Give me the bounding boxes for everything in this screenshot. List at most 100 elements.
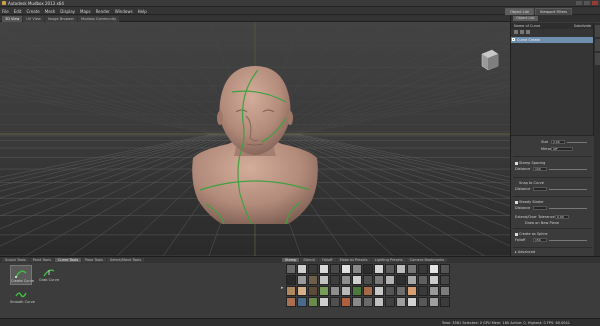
folder-icon[interactable] — [520, 30, 524, 34]
stamp-thumbnail[interactable] — [429, 286, 439, 296]
mirror-select[interactable]: Off — [551, 147, 573, 151]
tab-paint-tools[interactable]: Paint Tools — [29, 258, 55, 262]
menu-windows[interactable]: Windows — [115, 9, 133, 14]
menu-edit[interactable]: Edit — [14, 9, 22, 14]
falloff-slider[interactable] — [549, 240, 587, 241]
stamp-thumbnail[interactable] — [407, 275, 417, 285]
stamp-thumbnail[interactable] — [319, 275, 329, 285]
falloff-field[interactable]: 150 — [533, 238, 547, 242]
column-name[interactable]: Name of Curve — [514, 24, 540, 28]
stamp-thumbnail[interactable] — [330, 275, 340, 285]
stamp-thumbnail[interactable] — [308, 297, 318, 307]
checkbox-icon[interactable] — [515, 161, 518, 165]
stamp-thumbnail[interactable] — [308, 264, 318, 274]
smooth-curve-tool[interactable]: Smooth Curve — [10, 287, 35, 307]
side-tab-3[interactable] — [594, 53, 600, 65]
minimize-icon[interactable] — [576, 1, 582, 5]
stamp-thumbnail[interactable] — [396, 286, 406, 296]
size-field[interactable]: 2.00 — [551, 140, 565, 144]
stamp-thumbnail[interactable] — [429, 264, 439, 274]
stamp-thumbnail[interactable] — [286, 264, 296, 274]
view-cube[interactable] — [481, 49, 499, 71]
checkbox-icon[interactable] — [515, 232, 518, 236]
distance2-slider[interactable] — [549, 189, 587, 190]
stamp-thumbnail[interactable] — [319, 286, 329, 296]
stamp-thumbnail[interactable] — [385, 297, 395, 307]
stamp-thumbnail[interactable] — [407, 264, 417, 274]
tab-sculpt-tools[interactable]: Sculpt Tools — [2, 258, 29, 262]
stamp-thumbnail[interactable] — [374, 297, 384, 307]
stamp-thumbnail[interactable] — [363, 286, 373, 296]
stamp-thumbnail[interactable] — [396, 297, 406, 307]
size-slider[interactable] — [567, 142, 587, 143]
stamp-thumbnail[interactable] — [341, 297, 351, 307]
stamp-thumbnail[interactable] — [385, 286, 395, 296]
menu-render[interactable]: Render — [96, 9, 110, 14]
menu-maps[interactable]: Maps — [80, 9, 91, 14]
distance-slider[interactable] — [549, 169, 587, 170]
create-as-spline-check[interactable]: Create as Spline — [515, 232, 548, 236]
close-icon[interactable] — [592, 1, 598, 5]
stamp-thumbnail[interactable] — [407, 286, 417, 296]
stamp-thumbnail[interactable] — [407, 297, 417, 307]
new-icon[interactable] — [514, 30, 518, 34]
stamp-thumbnail[interactable] — [374, 264, 384, 274]
tab-select-move-tools[interactable]: Select/Move Tools — [106, 258, 145, 262]
stamp-thumbnail[interactable] — [341, 264, 351, 274]
stamp-thumbnail[interactable] — [352, 297, 362, 307]
tray-scroll-arrow-icon[interactable]: ▸ — [281, 285, 284, 291]
distance3-slider[interactable] — [549, 208, 587, 209]
stamp-thumbnail[interactable] — [429, 275, 439, 285]
checkbox-icon[interactable] — [515, 200, 518, 204]
stamp-thumbnail[interactable] — [385, 264, 395, 274]
stamp-thumbnail[interactable] — [297, 264, 307, 274]
stamp-thumbnail[interactable] — [440, 264, 450, 274]
stamp-thumbnail[interactable] — [363, 264, 373, 274]
stamp-thumbnail[interactable] — [418, 297, 428, 307]
tab-curve-tools[interactable]: Curve Tools — [55, 258, 82, 262]
stamp-thumbnail[interactable] — [396, 264, 406, 274]
tab-object-list-panel[interactable]: Object List — [513, 16, 538, 21]
advanced-section[interactable]: ▸ Advanced — [515, 250, 535, 254]
create-curve-tool[interactable]: Create Curve — [10, 265, 34, 285]
draw-on-plane-label[interactable]: Draw on New Plane — [525, 221, 559, 225]
object-row-curve[interactable]: Curve Create — [511, 37, 594, 43]
stamp-thumbnail[interactable] — [440, 297, 450, 307]
stamp-thumbnail[interactable] — [374, 275, 384, 285]
menu-display[interactable]: Display — [60, 9, 75, 14]
stamp-thumbnail[interactable] — [352, 286, 362, 296]
stamp-thumbnail[interactable] — [341, 275, 351, 285]
stamp-thumbnail[interactable] — [352, 264, 362, 274]
stamp-spacing-check[interactable]: Stamp Spacing — [515, 161, 545, 165]
tab-stamp[interactable]: Stamp — [282, 258, 300, 262]
stamp-thumbnail[interactable] — [341, 286, 351, 296]
grab-curve-tool[interactable]: Grab Curve — [38, 265, 60, 285]
tab-falloff[interactable]: Falloff — [319, 258, 336, 262]
stamp-thumbnail[interactable] — [440, 275, 450, 285]
stamp-thumbnail[interactable] — [297, 297, 307, 307]
delete-icon[interactable] — [526, 30, 530, 34]
stamp-thumbnail[interactable] — [396, 275, 406, 285]
distance2-field[interactable] — [533, 187, 547, 191]
stamp-thumbnail[interactable] — [286, 275, 296, 285]
stamp-thumbnail[interactable] — [363, 275, 373, 285]
tab-pose-tools[interactable]: Pose Tools — [82, 258, 106, 262]
stamp-thumbnail[interactable] — [440, 286, 450, 296]
stamp-thumbnail[interactable] — [297, 275, 307, 285]
distance3-field[interactable] — [533, 206, 547, 210]
visibility-icon[interactable] — [512, 38, 515, 41]
3d-viewport[interactable] — [0, 22, 510, 256]
extend-field[interactable]: 0.00 — [555, 215, 569, 219]
stamp-thumbnail[interactable] — [429, 297, 439, 307]
stamp-thumbnail[interactable] — [330, 264, 340, 274]
distance-field[interactable]: 100 — [533, 167, 547, 171]
stamp-thumbnail[interactable] — [330, 286, 340, 296]
stamp-thumbnail[interactable] — [319, 264, 329, 274]
stamp-thumbnail[interactable] — [363, 297, 373, 307]
menu-create[interactable]: Create — [26, 9, 39, 14]
stamp-thumbnail[interactable] — [319, 297, 329, 307]
stamp-thumbnail[interactable] — [418, 264, 428, 274]
stamp-thumbnail[interactable] — [418, 286, 428, 296]
menu-mesh[interactable]: Mesh — [45, 9, 56, 14]
menu-file[interactable]: File — [2, 9, 9, 14]
